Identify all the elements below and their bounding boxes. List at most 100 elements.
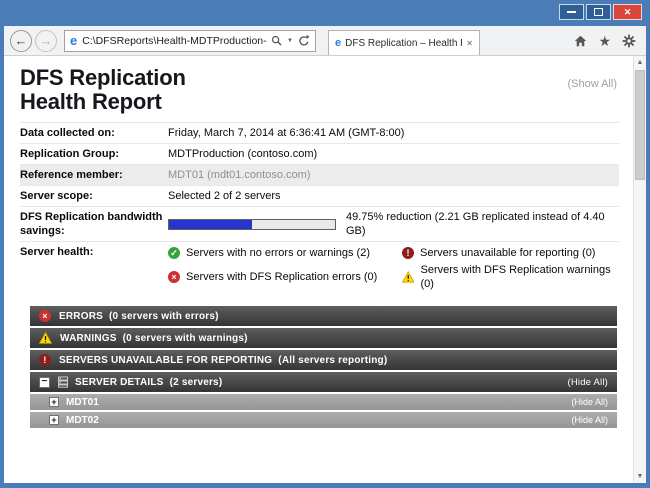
page: DFS ReplicationHealth Report (Show All) … xyxy=(4,56,646,483)
row-label: Server health: xyxy=(20,245,168,259)
error-circle-icon: × xyxy=(39,310,51,322)
server-health-grid: ✓ Servers with no errors or warnings (2)… xyxy=(168,245,619,291)
address-bar-icons: ▼ xyxy=(271,35,310,47)
report-header: DFS ReplicationHealth Report (Show All) xyxy=(20,66,619,114)
ie-icon: e xyxy=(70,34,77,47)
hide-all-link[interactable]: (Hide All) xyxy=(567,377,608,388)
tab-title: DFS Replication – Health Re... xyxy=(345,38,462,49)
favorites-icon[interactable]: ★ xyxy=(598,34,611,48)
hide-all-link[interactable]: (Hide All) xyxy=(571,415,608,425)
warning-triangle-icon xyxy=(39,332,52,344)
collapse-toggle[interactable]: − xyxy=(39,377,50,388)
forward-button[interactable]: → xyxy=(35,30,57,52)
browser-window: ✕ ← → e C:\DFSReports\Health-MDTProducti… xyxy=(0,0,650,488)
bandwidth-row: DFS Replication bandwidth savings: 49.75… xyxy=(20,206,619,241)
page-title-line1: DFS Replication xyxy=(20,65,186,90)
minimize-button[interactable] xyxy=(559,4,584,20)
forward-icon: → xyxy=(40,33,53,48)
page-title-line2: Health Report xyxy=(20,89,162,114)
section-errors[interactable]: × ERRORS (0 servers with errors) xyxy=(30,306,617,326)
scroll-up-button[interactable]: ▲ xyxy=(634,56,646,69)
health-item-text: Servers unavailable for reporting (0) xyxy=(420,246,595,260)
section-title: WARNINGS xyxy=(60,333,117,344)
row-value: Selected 2 of 2 servers xyxy=(168,189,281,203)
section-unavailable[interactable]: ! SERVERS UNAVAILABLE FOR REPORTING (All… xyxy=(30,350,617,370)
section-detail: (0 servers with errors) xyxy=(109,311,219,322)
expand-toggle[interactable]: + xyxy=(49,397,59,407)
table-row: Reference member: MDT01 (mdt01.contoso.c… xyxy=(20,164,619,185)
health-item: ✓ Servers with no errors or warnings (2) xyxy=(168,246,388,260)
table-row: Data collected on: Friday, March 7, 2014… xyxy=(20,122,619,143)
scroll-down-button[interactable]: ▼ xyxy=(634,470,646,483)
close-icon: ✕ xyxy=(624,7,632,18)
health-item-text: Servers with DFS Replication warnings (0… xyxy=(420,263,619,291)
caption-buttons: ✕ xyxy=(559,4,642,20)
health-item: × Servers with DFS Replication errors (0… xyxy=(168,263,388,291)
gear-icon[interactable] xyxy=(622,34,636,48)
row-value: MDTProduction (contoso.com) xyxy=(168,147,317,161)
home-icon[interactable] xyxy=(574,35,587,47)
unavailable-circle-icon: ! xyxy=(39,354,51,366)
warning-triangle-icon xyxy=(402,271,414,283)
table-row: Replication Group: MDTProduction (contos… xyxy=(20,143,619,164)
expand-toggle[interactable]: + xyxy=(49,415,59,425)
report-content: DFS ReplicationHealth Report (Show All) … xyxy=(4,56,633,483)
health-item-text: Servers with no errors or warnings (2) xyxy=(186,246,370,260)
summary-table: Data collected on: Friday, March 7, 2014… xyxy=(20,122,619,294)
back-icon: ← xyxy=(15,33,28,48)
back-button[interactable]: ← xyxy=(10,30,32,52)
server-health-row: Server health: ✓ Servers with no errors … xyxy=(20,241,619,294)
row-value: Friday, March 7, 2014 at 6:36:41 AM (GMT… xyxy=(168,126,404,140)
toolbar-right-icons: ★ xyxy=(574,34,636,48)
section-title: ERRORS xyxy=(59,311,103,322)
bandwidth-fill xyxy=(169,220,252,229)
section-detail: (All servers reporting) xyxy=(278,355,387,366)
section-title: SERVERS UNAVAILABLE FOR REPORTING xyxy=(59,355,272,366)
close-button[interactable]: ✕ xyxy=(613,4,642,20)
report-sections: × ERRORS (0 servers with errors) WARNING… xyxy=(30,306,617,428)
address-text: C:\DFSReports\Health-MDTProduction-07M xyxy=(82,35,267,47)
refresh-icon[interactable] xyxy=(298,35,310,47)
server-icon xyxy=(57,376,69,388)
table-row: Server scope: Selected 2 of 2 servers xyxy=(20,185,619,206)
title-bar: ✕ xyxy=(0,0,650,26)
tab-close-icon[interactable]: ✕ xyxy=(466,39,473,48)
health-item: ! Servers unavailable for reporting (0) xyxy=(402,246,619,260)
row-label: Reference member: xyxy=(20,168,168,182)
tab-favicon: e xyxy=(335,38,341,49)
page-title: DFS ReplicationHealth Report xyxy=(20,66,619,114)
scrollbar-thumb[interactable] xyxy=(635,70,645,180)
row-label: Replication Group: xyxy=(20,147,168,161)
row-label: Server scope: xyxy=(20,189,168,203)
vertical-scrollbar[interactable]: ▲ ▼ xyxy=(633,56,646,483)
maximize-icon xyxy=(594,8,603,16)
row-label: DFS Replication bandwidth savings: xyxy=(20,210,168,238)
server-row-mdt01[interactable]: + MDT01 (Hide All) xyxy=(30,394,617,410)
section-title: SERVER DETAILS xyxy=(75,377,164,388)
health-item: Servers with DFS Replication warnings (0… xyxy=(402,263,619,291)
bandwidth-text: 49.75% reduction (2.21 GB replicated ins… xyxy=(346,210,619,238)
show-all-link[interactable]: (Show All) xyxy=(567,78,617,90)
section-server-details[interactable]: − SERVER DETAILS (2 servers) (Hide All) xyxy=(30,372,617,392)
bandwidth-progress-bar xyxy=(168,219,336,230)
address-bar[interactable]: e C:\DFSReports\Health-MDTProduction-07M… xyxy=(64,30,316,52)
bandwidth-value: 49.75% reduction (2.21 GB replicated ins… xyxy=(168,210,619,238)
unavailable-circle-icon: ! xyxy=(402,247,414,259)
server-name: MDT01 xyxy=(66,397,99,408)
hide-all-link[interactable]: (Hide All) xyxy=(571,397,608,407)
row-value: MDT01 (mdt01.contoso.com) xyxy=(168,168,310,182)
browser-toolbar: ← → e C:\DFSReports\Health-MDTProduction… xyxy=(4,26,646,56)
section-detail: (0 servers with warnings) xyxy=(123,333,248,344)
maximize-button[interactable] xyxy=(586,4,611,20)
section-warnings[interactable]: WARNINGS (0 servers with warnings) xyxy=(30,328,617,348)
row-label: Data collected on: xyxy=(20,126,168,140)
server-row-mdt02[interactable]: + MDT02 (Hide All) xyxy=(30,412,617,428)
search-icon[interactable] xyxy=(271,35,282,46)
browser-tab[interactable]: e DFS Replication – Health Re... ✕ xyxy=(328,30,480,55)
dropdown-icon[interactable]: ▼ xyxy=(287,38,293,44)
minimize-icon xyxy=(567,11,576,13)
section-detail: (2 servers) xyxy=(170,377,223,388)
health-item-text: Servers with DFS Replication errors (0) xyxy=(186,270,377,284)
error-circle-icon: × xyxy=(168,271,180,283)
check-circle-icon: ✓ xyxy=(168,247,180,259)
